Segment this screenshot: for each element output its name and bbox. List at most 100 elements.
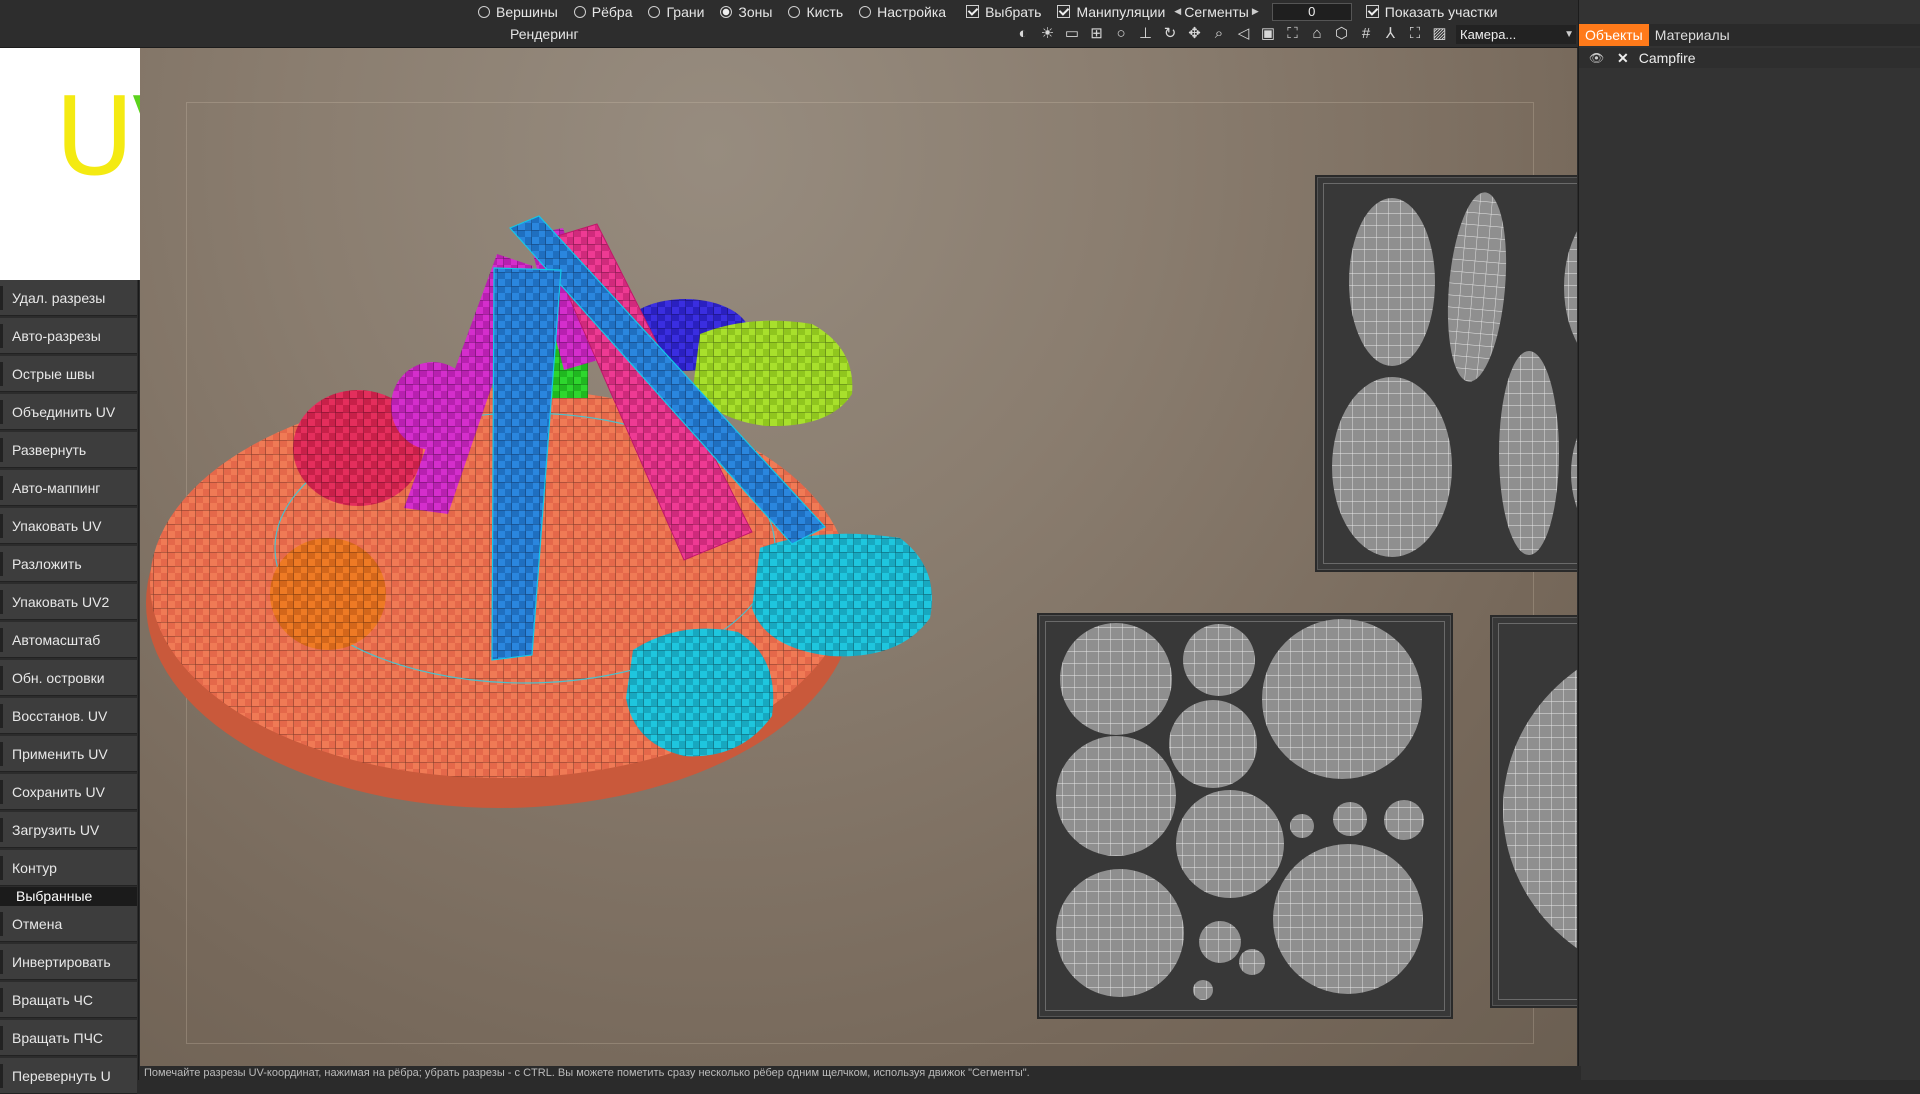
checkbox-label: Манипуляции	[1076, 3, 1166, 20]
btn-load-uv[interactable]: Загрузить UV	[0, 812, 137, 848]
uv-island	[1056, 736, 1176, 856]
zoom-icon[interactable]: ⌕	[1210, 25, 1228, 43]
home-icon[interactable]: ⌂	[1308, 25, 1326, 43]
uv-map-rocks[interactable]	[1037, 613, 1453, 1019]
light-icon[interactable]: ☀	[1039, 25, 1057, 43]
checkbox-indicator	[1365, 5, 1379, 18]
camera-select[interactable]: Камера... ▼	[1456, 25, 1576, 44]
checkbox-indicator	[1057, 5, 1071, 18]
btn-cancel[interactable]: Отмена	[0, 906, 137, 942]
close-icon[interactable]: ✕	[1617, 50, 1629, 67]
uv-island	[1239, 949, 1265, 975]
radio-label: Грани	[666, 3, 705, 20]
tab-rendering[interactable]: Рендеринг	[510, 26, 579, 42]
uv-islands-ground	[1503, 669, 1577, 949]
radio-label: Настройка	[877, 3, 947, 20]
screen-icon[interactable]: ▣	[1259, 25, 1277, 43]
uv-island	[1571, 438, 1577, 508]
top-toolbar: Вершины Рёбра Грани Зоны Кисть Настройка…	[0, 0, 1578, 48]
radio-indicator	[788, 5, 801, 18]
title-u: U	[55, 75, 134, 200]
sphere-icon[interactable]: ○	[1112, 25, 1130, 43]
radio-settings[interactable]: Настройка	[859, 4, 946, 20]
show-regions-checkbox[interactable]: Показать участки	[1365, 3, 1498, 20]
manipulations-checkbox[interactable]: Манипуляции	[1057, 4, 1165, 20]
btn-unwrap[interactable]: Развернуть	[0, 432, 137, 468]
uv-map-logs[interactable]	[1315, 175, 1577, 572]
btn-flip-u[interactable]: Перевернуть U	[0, 1058, 137, 1094]
radio-vertices[interactable]: Вершины	[478, 4, 558, 20]
image-icon[interactable]: ▨	[1431, 25, 1449, 43]
btn-rotate-cw[interactable]: Вращать ЧС	[0, 982, 137, 1018]
radio-faces[interactable]: Грани	[648, 4, 704, 20]
object-row[interactable]: 👁 ✕ Campfire	[1579, 48, 1920, 68]
btn-rotate-ccw[interactable]: Вращать ПЧС	[0, 1020, 137, 1056]
segments-input[interactable]: 0	[1271, 2, 1352, 21]
eye-icon[interactable]: 👁	[1589, 51, 1605, 65]
radio-label: Рёбра	[591, 3, 633, 20]
radio-zones[interactable]: Зоны	[720, 4, 772, 20]
checkbox-indicator	[966, 5, 980, 18]
radio-indicator	[573, 5, 586, 18]
frame-icon[interactable]: ▭	[1063, 25, 1081, 43]
perspective-icon[interactable]: ◁	[1235, 25, 1253, 43]
btn-update-islands[interactable]: Обн. островки	[0, 660, 137, 696]
btn-auto-scale[interactable]: Автомасштаб	[0, 622, 137, 658]
btn-contour[interactable]: Контур	[0, 850, 137, 886]
grid-icon[interactable]: #	[1357, 25, 1375, 43]
radio-indicator	[648, 5, 661, 18]
btn-apply-uv[interactable]: Применить UV	[0, 736, 137, 772]
segments-control[interactable]: ◀ Сегменты ▶	[1171, 4, 1261, 20]
checkbox-label: Показать участки	[1384, 3, 1498, 20]
select-checkbox[interactable]: Выбрать	[966, 4, 1041, 20]
uv-islands-logs	[1332, 192, 1577, 557]
uv-island	[1262, 619, 1422, 779]
uv-island	[1273, 844, 1423, 994]
local-axis-icon[interactable]: ⅄	[1382, 25, 1400, 43]
rotate-icon[interactable]: ↻	[1161, 25, 1179, 43]
tab-materials[interactable]: Материалы	[1649, 24, 1736, 46]
uv-island	[1333, 802, 1367, 836]
left-tool-panel: Удал. разрезы Авто-разрезы Острые швы Об…	[0, 280, 139, 1094]
uv-island	[1499, 351, 1559, 555]
fullscreen-icon[interactable]: ⛶	[1406, 25, 1424, 43]
btn-layout[interactable]: Разложить	[0, 546, 137, 582]
segments-right-arrow-icon[interactable]: ▶	[1252, 6, 1259, 17]
btn-auto-mapping[interactable]: Авто-маппинг	[0, 470, 137, 506]
rock-cyan-right	[752, 533, 932, 657]
btn-pack-uv2[interactable]: Упаковать UV2	[0, 584, 137, 620]
uv-island	[1564, 231, 1577, 343]
uv-island	[1349, 198, 1435, 366]
radio-indicator	[720, 5, 733, 18]
fit-icon[interactable]: ⛶	[1284, 25, 1302, 43]
3d-viewport[interactable]	[140, 48, 1577, 1066]
radio-edges[interactable]: Рёбра	[573, 3, 633, 20]
move-icon[interactable]: ✥	[1186, 25, 1204, 43]
uv-island	[1183, 624, 1255, 696]
right-panel: Объекты Материалы 👁 ✕ Campfire	[1578, 0, 1920, 1080]
uv-map-ground[interactable]	[1490, 615, 1577, 1008]
checkbox-label: Выбрать	[985, 3, 1042, 20]
grid-plane-icon[interactable]: ⊞	[1088, 25, 1106, 43]
radio-label: Вершины	[496, 3, 558, 20]
axis-icon[interactable]: ⊥	[1137, 25, 1155, 43]
status-bar: Помечайте разрезы UV-координат, нажимая …	[140, 1066, 1581, 1080]
rock-cyan-front	[626, 628, 774, 757]
btn-remove-cuts[interactable]: Удал. разрезы	[0, 280, 137, 316]
radio-label: Кисть	[806, 3, 844, 20]
btn-sharp-seams[interactable]: Острые швы	[0, 356, 137, 392]
btn-save-uv[interactable]: Сохранить UV	[0, 774, 137, 810]
radio-brush[interactable]: Кисть	[788, 4, 843, 20]
segments-left-arrow-icon[interactable]: ◀	[1174, 6, 1181, 17]
uv-island	[1447, 192, 1507, 382]
btn-restore-uv[interactable]: Восстанов. UV	[0, 698, 137, 734]
btn-invert[interactable]: Инвертировать	[0, 944, 137, 980]
btn-auto-cuts[interactable]: Авто-разрезы	[0, 318, 137, 354]
btn-pack-uv[interactable]: Упаковать UV	[0, 508, 137, 544]
cube-icon[interactable]: ⬡	[1333, 25, 1351, 43]
tab-objects[interactable]: Объекты	[1579, 24, 1649, 46]
uv-island	[1332, 377, 1452, 557]
btn-merge-uv[interactable]: Объединить UV	[0, 394, 137, 430]
contrast-icon[interactable]: ◐	[1014, 25, 1032, 43]
uv-island	[1193, 980, 1213, 1000]
